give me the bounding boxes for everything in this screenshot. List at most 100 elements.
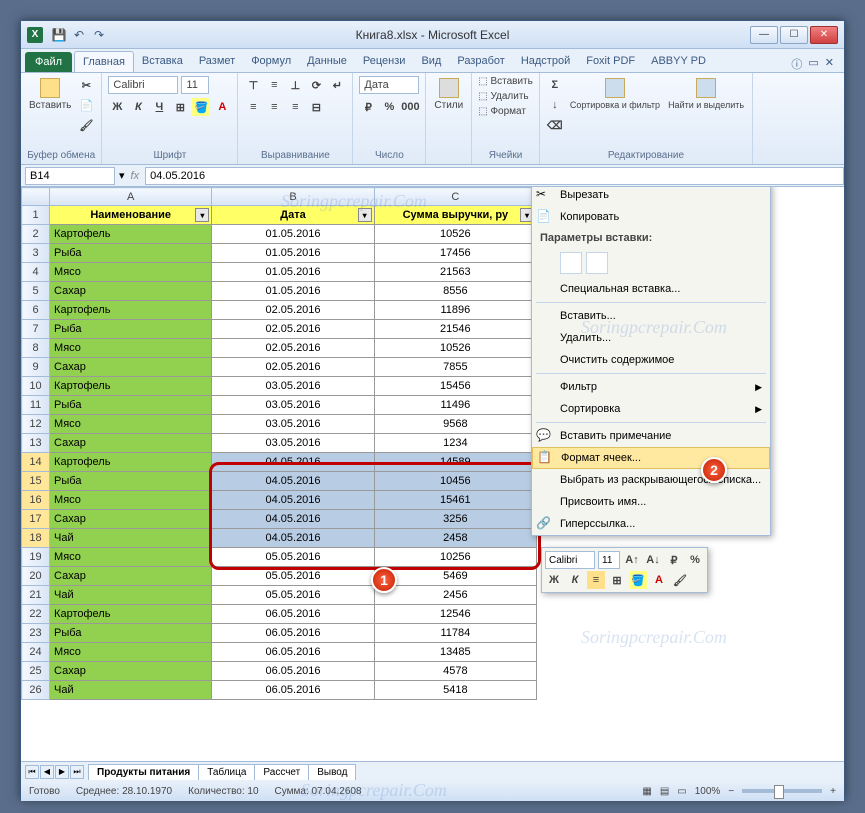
ribbon-tab-0[interactable]: Главная	[74, 51, 134, 72]
cell[interactable]: 15456	[374, 377, 536, 396]
italic-button[interactable]: К	[129, 98, 147, 116]
cell[interactable]: 11496	[374, 396, 536, 415]
file-tab[interactable]: Файл	[25, 52, 72, 72]
cell[interactable]: 04.05.2016	[212, 510, 374, 529]
cell[interactable]: Рыба	[50, 396, 212, 415]
select-all-corner[interactable]	[22, 188, 50, 206]
mini-fill-icon[interactable]: 🪣	[629, 571, 647, 589]
row-header-14[interactable]: 14	[22, 453, 50, 472]
cell[interactable]: 03.05.2016	[212, 415, 374, 434]
cell[interactable]: 01.05.2016	[212, 282, 374, 301]
row-header-20[interactable]: 20	[22, 567, 50, 586]
table-header-0[interactable]: Наименование▾	[50, 206, 212, 225]
row-header-2[interactable]: 2	[22, 225, 50, 244]
align-bottom-icon[interactable]: ⊥	[286, 76, 304, 94]
row-header-7[interactable]: 7	[22, 320, 50, 339]
menu-filter[interactable]: Фильтр▶	[532, 376, 770, 398]
cell[interactable]: Сахар	[50, 662, 212, 681]
menu-define-name[interactable]: Присвоить имя...	[532, 491, 770, 513]
clear-icon[interactable]: ⌫	[546, 116, 564, 134]
help-icon[interactable]: ⓘ	[791, 56, 802, 72]
cell[interactable]: 8556	[374, 282, 536, 301]
row-header-24[interactable]: 24	[22, 643, 50, 662]
cell[interactable]: Картофель	[50, 301, 212, 320]
align-middle-icon[interactable]: ≡	[265, 76, 283, 94]
fill-icon[interactable]: ↓	[546, 96, 564, 114]
cell[interactable]: 2458	[374, 529, 536, 548]
cell[interactable]: 5469	[374, 567, 536, 586]
table-header-1[interactable]: Дата▾	[212, 206, 374, 225]
zoom-slider[interactable]	[742, 789, 822, 793]
cell[interactable]: 06.05.2016	[212, 624, 374, 643]
cell[interactable]: 21563	[374, 263, 536, 282]
cell[interactable]: Сахар	[50, 282, 212, 301]
cell[interactable]: 21546	[374, 320, 536, 339]
row-header-18[interactable]: 18	[22, 529, 50, 548]
cell[interactable]: 01.05.2016	[212, 225, 374, 244]
cell[interactable]: 17456	[374, 244, 536, 263]
align-top-icon[interactable]: ⊤	[244, 76, 262, 94]
cell[interactable]: Картофель	[50, 225, 212, 244]
cells-format-button[interactable]: ⬚ Формат	[478, 106, 526, 117]
underline-button[interactable]: Ч	[150, 98, 168, 116]
undo-icon[interactable]: ↶	[71, 27, 87, 43]
cell[interactable]: 05.05.2016	[212, 567, 374, 586]
percent-icon[interactable]: %	[380, 98, 398, 116]
mini-border-icon[interactable]: ⊞	[608, 571, 626, 589]
cell[interactable]: 01.05.2016	[212, 263, 374, 282]
cell[interactable]: 10256	[374, 548, 536, 567]
cell[interactable]: Мясо	[50, 339, 212, 358]
menu-cut[interactable]: ✂Вырезать	[532, 187, 770, 206]
cell[interactable]: 01.05.2016	[212, 244, 374, 263]
cell[interactable]: 11896	[374, 301, 536, 320]
filter-icon[interactable]: ▾	[358, 208, 372, 222]
mini-font-color-icon[interactable]: A	[650, 571, 668, 589]
menu-pick-list[interactable]: Выбрать из раскрывающегося списка...	[532, 469, 770, 491]
col-header-C[interactable]: C	[374, 188, 536, 206]
cell[interactable]: Сахар	[50, 358, 212, 377]
cell[interactable]: Рыба	[50, 624, 212, 643]
cell[interactable]: 04.05.2016	[212, 472, 374, 491]
wrap-text-icon[interactable]: ↵	[328, 76, 346, 94]
cell[interactable]: Картофель	[50, 453, 212, 472]
cell[interactable]: Рыба	[50, 320, 212, 339]
tab-nav-first[interactable]: ⏮	[25, 765, 39, 779]
zoom-level[interactable]: 100%	[695, 786, 721, 797]
cell[interactable]: Мясо	[50, 491, 212, 510]
mini-currency-icon[interactable]: ₽	[665, 551, 683, 569]
currency-icon[interactable]: ₽	[359, 98, 377, 116]
cell[interactable]: 06.05.2016	[212, 643, 374, 662]
bold-button[interactable]: Ж	[108, 98, 126, 116]
col-header-B[interactable]: B	[212, 188, 374, 206]
cell[interactable]: 02.05.2016	[212, 320, 374, 339]
cell[interactable]: Мясо	[50, 548, 212, 567]
font-size-select[interactable]: 11	[181, 76, 209, 94]
filter-icon[interactable]: ▾	[195, 208, 209, 222]
menu-format-cells[interactable]: 📋Формат ячеек...	[532, 447, 770, 469]
cell[interactable]: 05.05.2016	[212, 548, 374, 567]
format-painter-icon[interactable]: 🖌	[77, 116, 95, 134]
name-box[interactable]: B14	[25, 167, 115, 185]
cell[interactable]: 06.05.2016	[212, 662, 374, 681]
row-header-11[interactable]: 11	[22, 396, 50, 415]
row-header-6[interactable]: 6	[22, 301, 50, 320]
ribbon-tab-1[interactable]: Вставка	[134, 51, 191, 72]
menu-clear[interactable]: Очистить содержимое	[532, 349, 770, 371]
border-button[interactable]: ⊞	[171, 98, 189, 116]
table-header-2[interactable]: Сумма выручки, ру▾	[374, 206, 536, 225]
cell[interactable]: Мясо	[50, 263, 212, 282]
cells-delete-button[interactable]: ⬚ Удалить	[478, 91, 528, 102]
cell[interactable]: 06.05.2016	[212, 681, 374, 700]
ribbon-tab-6[interactable]: Вид	[413, 51, 449, 72]
row-header-4[interactable]: 4	[22, 263, 50, 282]
maximize-button[interactable]: ☐	[780, 26, 808, 44]
cell[interactable]: 05.05.2016	[212, 586, 374, 605]
row-header-25[interactable]: 25	[22, 662, 50, 681]
row-header-22[interactable]: 22	[22, 605, 50, 624]
ribbon-tab-5[interactable]: Рецензи	[355, 51, 414, 72]
ribbon-tab-9[interactable]: Foxit PDF	[578, 51, 643, 72]
zoom-out-button[interactable]: −	[728, 786, 734, 797]
paste-option-2[interactable]	[586, 252, 608, 274]
number-format-select[interactable]: Дата	[359, 76, 419, 94]
cell[interactable]: Картофель	[50, 377, 212, 396]
